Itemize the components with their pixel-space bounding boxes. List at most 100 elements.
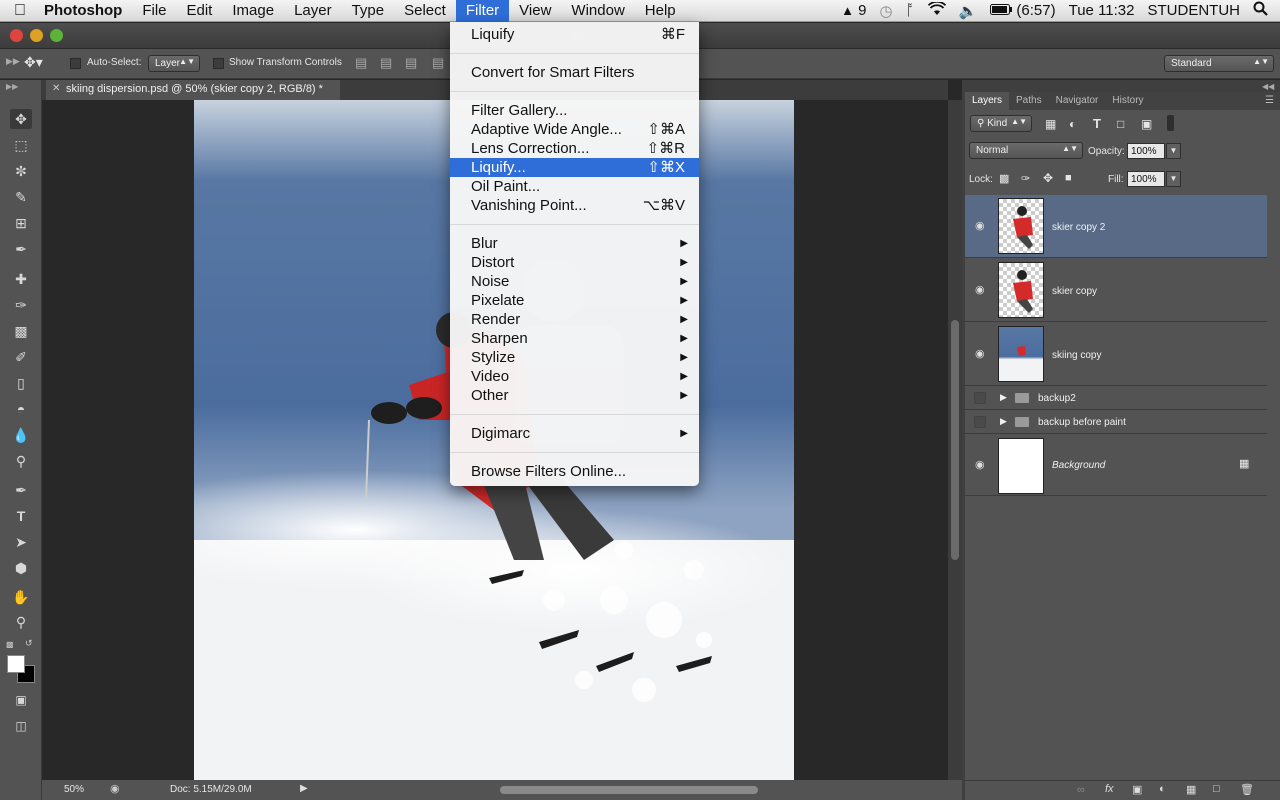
horizontal-scroll-thumb[interactable] — [500, 786, 758, 794]
marquee-tool-icon[interactable]: ⬚ — [10, 135, 32, 155]
hand-tool-icon[interactable]: ✋ — [10, 587, 32, 607]
panel-dock-collapse-icon[interactable]: ◀◀ — [1262, 82, 1274, 91]
layer-name[interactable]: skiing copy — [1052, 350, 1101, 361]
brush-tool-icon[interactable]: ✑ — [10, 295, 32, 315]
clone-stamp-tool-icon[interactable]: ▩ — [10, 321, 32, 341]
align-top-icon[interactable]: ▤ — [355, 55, 367, 71]
path-selection-tool-icon[interactable]: ➤ — [10, 532, 32, 552]
menu-help[interactable]: Help — [635, 0, 686, 22]
quick-mask-icon[interactable]: ▣ — [10, 690, 32, 710]
quick-selection-tool-icon[interactable]: ✎ — [10, 187, 32, 207]
default-colors-icon[interactable]: ▩ — [6, 640, 14, 649]
filter-menu-lens-correction[interactable]: Lens Correction... ⇧⌘R — [450, 139, 699, 158]
link-layers-icon[interactable]: ∞ — [1077, 784, 1085, 796]
move-tool-icon[interactable]: ✥ — [10, 109, 32, 129]
filter-menu-adaptive-wide-angle[interactable]: Adaptive Wide Angle... ⇧⌘A — [450, 120, 699, 139]
layer-row-skiing-copy[interactable]: ◉ skiing copy — [965, 323, 1267, 386]
align-left-icon[interactable]: ▤ — [432, 55, 444, 71]
add-mask-icon[interactable]: ▣ — [1132, 783, 1142, 796]
smart-object-filter-icon[interactable]: ▣ — [1141, 117, 1152, 131]
tab-navigator[interactable]: Navigator — [1049, 92, 1106, 110]
fill-input[interactable]: 100% — [1127, 171, 1165, 187]
tab-layers[interactable]: Layers — [965, 92, 1010, 110]
vertical-scroll-thumb[interactable] — [951, 320, 959, 560]
layer-name[interactable]: skier copy — [1052, 286, 1097, 297]
layer-row-skier-copy[interactable]: ◉ skier copy — [965, 259, 1267, 322]
layer-row-skier-copy-2[interactable]: ◉ skier copy 2 — [965, 195, 1267, 258]
filter-menu-blur[interactable]: Blur ▶ — [450, 234, 699, 253]
menu-type[interactable]: Type — [342, 0, 395, 22]
filter-menu-sharpen[interactable]: Sharpen ▶ — [450, 329, 699, 348]
auto-select-dropdown[interactable]: Layer ▲▼ — [148, 55, 200, 72]
new-adjustment-layer-icon[interactable]: ◐ — [1159, 783, 1166, 795]
filter-toggle[interactable] — [1167, 115, 1174, 131]
layer-name[interactable]: Background — [1052, 460, 1105, 471]
layer-row-background[interactable]: ◉ Background ▦ — [965, 435, 1267, 496]
document-tab[interactable]: ✕ skiing dispersion.psd @ 50% (skier cop… — [46, 80, 340, 100]
close-document-icon[interactable]: ✕ — [52, 83, 60, 94]
visibility-eye-icon[interactable]: ◉ — [975, 219, 985, 232]
history-brush-tool-icon[interactable]: ✐ — [10, 347, 32, 367]
user-name[interactable]: STUDENTUH — [1148, 2, 1241, 19]
new-layer-icon[interactable]: □ — [1213, 783, 1220, 795]
layer-name[interactable]: backup before paint — [1038, 417, 1126, 428]
blend-mode-dropdown[interactable]: Normal ▲▼ — [969, 142, 1083, 159]
menu-image[interactable]: Image — [222, 0, 284, 22]
blur-tool-icon[interactable]: 💧 — [10, 425, 32, 445]
opacity-input[interactable]: 100% — [1127, 143, 1165, 159]
battery-icon[interactable]: (6:57) — [990, 2, 1056, 19]
lock-image-pixels-icon[interactable]: ✑ — [1021, 172, 1030, 185]
menu-photoshop[interactable]: Photoshop — [40, 0, 132, 22]
screen-mode-icon[interactable]: ◫ — [10, 716, 32, 736]
fill-slider-button[interactable]: ▼ — [1166, 171, 1181, 187]
clock[interactable]: Tue 11:32 — [1069, 2, 1135, 19]
filter-menu-oil-paint[interactable]: Oil Paint... — [450, 177, 699, 196]
filter-menu-other[interactable]: Other ▶ — [450, 386, 699, 405]
adobe-status-icon[interactable]: ▲ 9 — [841, 2, 866, 19]
panel-menu-icon[interactable]: ☰ — [1259, 92, 1280, 110]
menu-edit[interactable]: Edit — [177, 0, 223, 22]
disclosure-triangle-icon[interactable]: ▶ — [1000, 392, 1007, 403]
menu-window[interactable]: Window — [561, 0, 634, 22]
delete-layer-icon[interactable]: 🗑 — [1240, 783, 1254, 796]
type-tool-icon[interactable]: T — [10, 506, 32, 526]
eyedropper-tool-icon[interactable]: ✒ — [10, 239, 32, 259]
visibility-toggle-empty[interactable] — [974, 392, 986, 404]
auto-select-checkbox[interactable] — [70, 58, 81, 69]
healing-brush-tool-icon[interactable]: ✚ — [10, 269, 32, 289]
lock-all-icon[interactable]: ■ — [1065, 172, 1072, 184]
layer-name[interactable]: skier copy 2 — [1052, 222, 1105, 233]
menu-layer[interactable]: Layer — [284, 0, 342, 22]
toolbar-collapse-icon[interactable]: ▶▶ — [6, 82, 18, 91]
visibility-eye-icon[interactable]: ◉ — [975, 347, 985, 360]
kind-filter-dropdown[interactable]: ⚲ Kind ▲▼ — [970, 115, 1032, 132]
spotlight-search-icon[interactable] — [1253, 1, 1268, 20]
time-machine-icon[interactable]: ◷ — [879, 2, 892, 20]
filter-menu-vanishing-point[interactable]: Vanishing Point... ⌥⌘V — [450, 196, 699, 215]
adjustment-filter-icon[interactable]: ◐ — [1069, 117, 1076, 131]
filter-menu-browse-online[interactable]: Browse Filters Online... — [450, 462, 699, 481]
filter-menu-digimarc[interactable]: Digimarc ▶ — [450, 424, 699, 443]
filter-menu-pixelate[interactable]: Pixelate ▶ — [450, 291, 699, 310]
show-transform-checkbox[interactable] — [213, 58, 224, 69]
swap-colors-icon[interactable]: ↺ — [25, 638, 33, 649]
volume-icon[interactable]: 🔈 — [959, 2, 978, 20]
pixel-filter-icon[interactable]: ▦ — [1045, 117, 1056, 131]
menu-select[interactable]: Select — [394, 0, 456, 22]
filter-menu-filter-gallery[interactable]: Filter Gallery... — [450, 101, 699, 120]
tab-history[interactable]: History — [1105, 92, 1150, 110]
panel-collapse-icon[interactable]: ▶▶ — [6, 56, 20, 67]
layer-group-backup-before-paint[interactable]: ▶ backup before paint — [965, 411, 1267, 434]
filter-menu-render[interactable]: Render ▶ — [450, 310, 699, 329]
disclosure-triangle-icon[interactable]: ▶ — [1000, 416, 1007, 427]
visibility-eye-icon[interactable]: ◉ — [975, 283, 985, 296]
apple-menu-icon[interactable]:  — [0, 2, 40, 20]
wifi-icon[interactable] — [927, 0, 946, 20]
layer-style-fx-icon[interactable]: fx — [1105, 783, 1114, 795]
menu-filter[interactable]: Filter — [455, 0, 510, 22]
layer-name[interactable]: backup2 — [1038, 393, 1076, 404]
foreground-color-swatch[interactable] — [7, 655, 25, 673]
align-vcenter-icon[interactable]: ▤ — [380, 55, 392, 71]
visibility-eye-icon[interactable]: ◉ — [975, 458, 985, 471]
status-info-icon[interactable]: ◉ — [110, 782, 120, 795]
